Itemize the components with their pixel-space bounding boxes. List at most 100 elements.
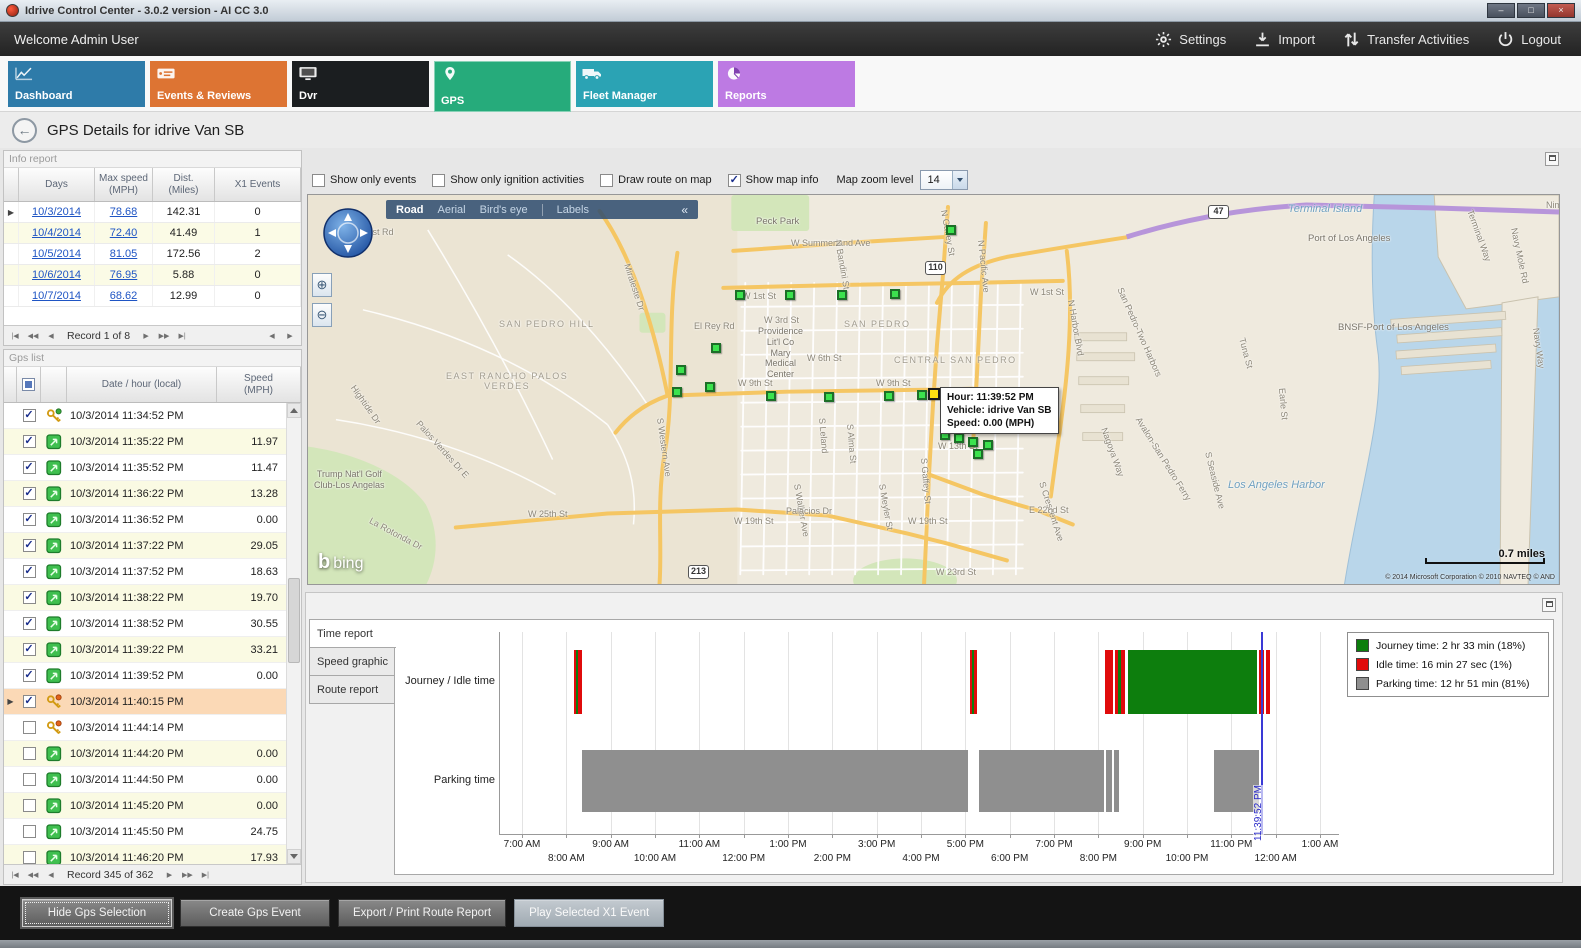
gps-col-speed-header[interactable]: Speed (MPH) [217, 367, 301, 402]
map-zoom-out-button[interactable]: ⊖ [312, 303, 332, 327]
gps-list-row[interactable]: 10/3/2014 11:44:14 PM [4, 715, 286, 741]
scroll-up-icon[interactable] [287, 403, 301, 418]
gps-marker[interactable] [711, 343, 721, 353]
gps-row-checkbox[interactable] [23, 721, 36, 734]
window-maximize-button[interactable]: □ [1517, 3, 1545, 18]
gps-list-row[interactable]: ✓10/3/2014 11:37:22 PM29.05 [4, 533, 286, 559]
gps-row-checkbox[interactable]: ✓ [23, 669, 36, 682]
pager-prev-page-button[interactable]: ◀◀ [26, 332, 40, 340]
chart-tab-time-report[interactable]: Time report [309, 619, 396, 648]
topbar-action-transfer-activities[interactable]: Transfer Activities [1343, 31, 1469, 48]
option-draw-route-on-map[interactable]: Draw route on map [600, 174, 712, 187]
gps-marker[interactable] [785, 290, 795, 300]
day-link[interactable]: 10/6/2014 [19, 265, 95, 285]
info-col-header-3[interactable]: Dist. (Miles) [153, 168, 215, 201]
day-link[interactable]: 10/7/2014 [19, 286, 95, 306]
day-link[interactable]: 10/4/2014 [19, 223, 95, 243]
max-speed-link[interactable]: 72.40 [95, 223, 153, 243]
gps-row-checkbox[interactable] [23, 825, 36, 838]
pager-prev-page-button[interactable]: ◀◀ [26, 871, 40, 879]
pager-next-button[interactable]: ▶ [139, 332, 153, 340]
info-report-row[interactable]: ▶10/3/201478.68142.310 [4, 202, 301, 223]
gps-row-checkbox[interactable]: ✓ [23, 617, 36, 630]
info-col-header-4[interactable]: X1 Events [215, 168, 301, 201]
pager-first-button[interactable]: |◀ [8, 871, 22, 879]
map-tab-birds-eye[interactable]: Bird's eye [480, 204, 528, 216]
info-report-row[interactable]: 10/6/201476.955.880 [4, 265, 301, 286]
gps-row-checkbox[interactable] [23, 747, 36, 760]
gps-list-row[interactable]: ✓10/3/2014 11:39:52 PM0.00 [4, 663, 286, 689]
gps-marker[interactable] [735, 290, 745, 300]
gps-marker[interactable] [837, 290, 847, 300]
export-print-route-report-button[interactable]: Export / Print Route Report [338, 899, 506, 927]
info-report-row[interactable]: 10/4/201472.4041.491 [4, 223, 301, 244]
tile-reports[interactable]: Reports [718, 61, 855, 107]
map-compass-control[interactable] [322, 207, 374, 259]
gps-marker[interactable] [672, 387, 682, 397]
select-all-checkbox[interactable] [22, 378, 35, 391]
map-tab-road[interactable]: Road [396, 204, 424, 216]
hscroll-left-icon[interactable]: ◀ [265, 332, 279, 340]
pager-next-page-button[interactable]: ▶▶ [157, 332, 171, 340]
max-speed-link[interactable]: 78.68 [95, 202, 153, 222]
chart-tab-speed-graphic[interactable]: Speed graphic [309, 647, 395, 676]
gps-row-checkbox[interactable]: ✓ [23, 539, 36, 552]
gps-marker[interactable] [766, 391, 776, 401]
gps-list-row[interactable]: ▶✓10/3/2014 11:40:15 PM [4, 689, 286, 715]
tile-events-reviews[interactable]: Events & Reviews [150, 61, 287, 107]
info-report-row[interactable]: 10/5/201481.05172.562 [4, 244, 301, 265]
gps-list-row[interactable]: 10/3/2014 11:46:20 PM17.93 [4, 845, 286, 864]
gps-row-checkbox[interactable]: ✓ [23, 435, 36, 448]
gps-row-checkbox[interactable]: ✓ [23, 409, 36, 422]
gps-list-scrollbar[interactable] [286, 403, 301, 864]
gps-list-row[interactable]: ✓10/3/2014 11:39:22 PM33.21 [4, 637, 286, 663]
gps-marker[interactable] [705, 382, 715, 392]
gps-row-checkbox[interactable]: ✓ [23, 487, 36, 500]
pager-prev-button[interactable]: ◀ [44, 332, 58, 340]
option-show-map-info[interactable]: ✓Show map info [728, 174, 819, 187]
topbar-action-import[interactable]: Import [1254, 31, 1315, 48]
pager-next-button[interactable]: ▶ [162, 871, 176, 879]
gps-marker[interactable] [968, 437, 978, 447]
gps-list-row[interactable]: ✓10/3/2014 11:36:22 PM13.28 [4, 481, 286, 507]
checkbox[interactable] [432, 174, 445, 187]
gps-marker[interactable] [824, 392, 834, 402]
pager-next-page-button[interactable]: ▶▶ [180, 871, 194, 879]
scroll-down-icon[interactable] [287, 849, 301, 864]
chart-panel-maximize-button[interactable] [1542, 598, 1556, 612]
hscroll-right-icon[interactable]: ▶ [283, 332, 297, 340]
window-close-button[interactable]: × [1547, 3, 1575, 18]
create-gps-event-button[interactable]: Create Gps Event [180, 899, 330, 927]
selected-gps-marker[interactable] [928, 388, 940, 400]
gps-list-row[interactable]: ✓10/3/2014 11:34:52 PM [4, 403, 286, 429]
tile-fleet-manager[interactable]: Fleet Manager [576, 61, 713, 107]
back-button[interactable]: ← [12, 118, 37, 143]
max-speed-link[interactable]: 68.62 [95, 286, 153, 306]
pager-first-button[interactable]: |◀ [8, 332, 22, 340]
gps-row-checkbox[interactable]: ✓ [23, 591, 36, 604]
collapse-map-tabs-icon[interactable]: « [681, 203, 688, 217]
map-zoom-select[interactable]: 14 [920, 170, 968, 190]
info-report-row[interactable]: 10/7/201468.6212.990 [4, 286, 301, 307]
gps-list-row[interactable]: ✓10/3/2014 11:35:22 PM11.97 [4, 429, 286, 455]
gps-marker[interactable] [973, 449, 983, 459]
tile-gps[interactable]: GPS [434, 61, 571, 112]
gps-list-row[interactable]: ✓10/3/2014 11:38:52 PM30.55 [4, 611, 286, 637]
gps-row-checkbox[interactable] [23, 799, 36, 812]
max-speed-link[interactable]: 76.95 [95, 265, 153, 285]
map-tab-aerial[interactable]: Aerial [438, 204, 466, 216]
hide-gps-selection-button[interactable]: Hide Gps Selection [22, 899, 172, 927]
gps-row-checkbox[interactable]: ✓ [23, 565, 36, 578]
gps-list-row[interactable]: ✓10/3/2014 11:35:52 PM11.47 [4, 455, 286, 481]
window-minimize-button[interactable]: – [1487, 3, 1515, 18]
tile-dvr[interactable]: Dvr [292, 61, 429, 107]
checkbox[interactable] [312, 174, 325, 187]
gps-marker[interactable] [954, 433, 964, 443]
gps-list-row[interactable]: 10/3/2014 11:44:20 PM0.00 [4, 741, 286, 767]
gps-marker[interactable] [890, 289, 900, 299]
gps-list-row[interactable]: ✓10/3/2014 11:38:22 PM19.70 [4, 585, 286, 611]
topbar-action-settings[interactable]: Settings [1155, 31, 1226, 48]
scrollbar-thumb[interactable] [288, 578, 300, 663]
gps-row-checkbox[interactable] [23, 773, 36, 786]
gps-list-row[interactable]: 10/3/2014 11:45:20 PM0.00 [4, 793, 286, 819]
